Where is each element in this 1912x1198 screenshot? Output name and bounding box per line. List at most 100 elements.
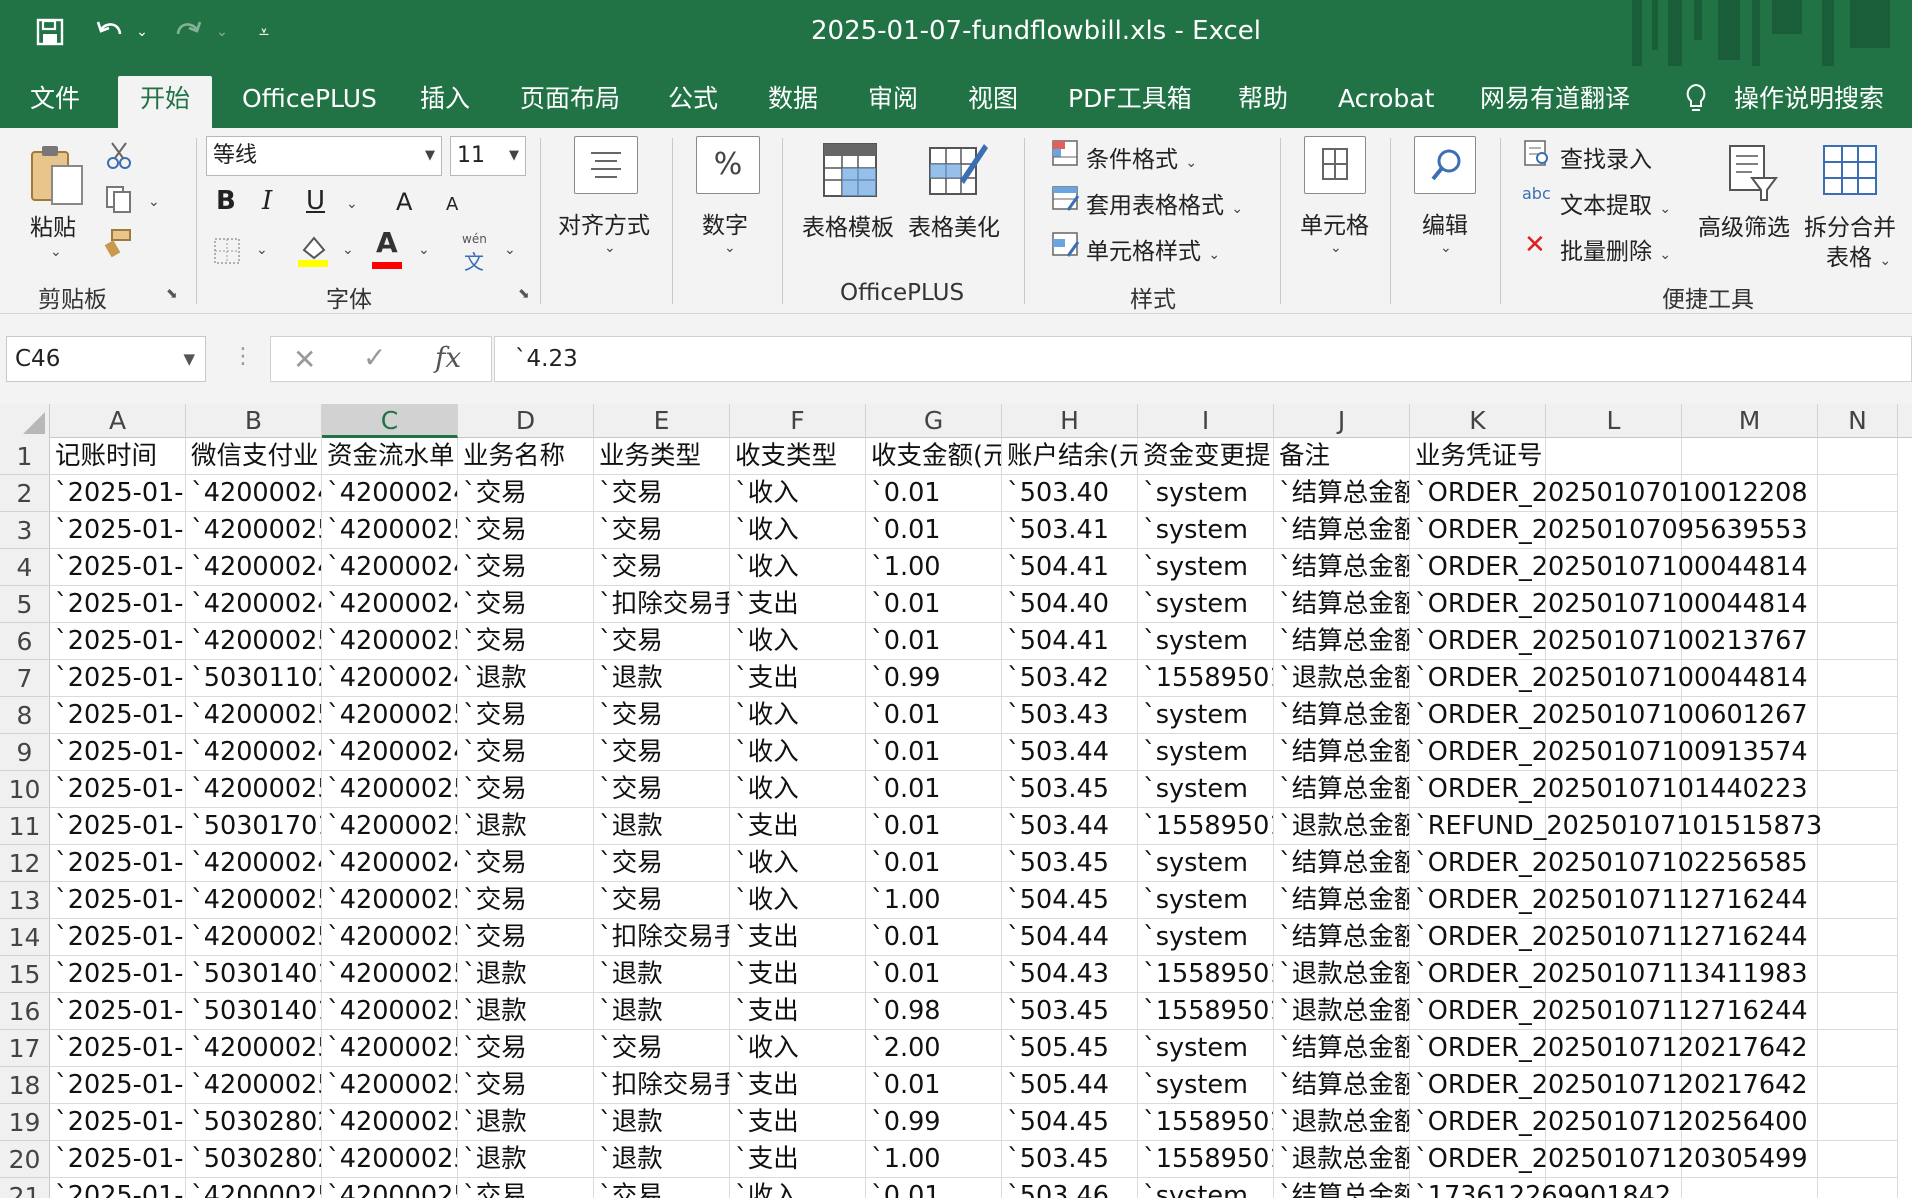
cells-button[interactable]: 单元格 [1300, 206, 1369, 240]
magnifier-icon[interactable] [1414, 136, 1476, 194]
cell-i18[interactable]: `system [1138, 1067, 1274, 1104]
cell-g3[interactable]: `0.01 [866, 512, 1002, 549]
alignment-icon[interactable] [574, 136, 638, 194]
row-header[interactable]: 10 [0, 771, 50, 808]
cell-j18[interactable]: `结算总金额 [1274, 1067, 1410, 1104]
cell-k5[interactable]: `ORDER_20250107100044814 [1410, 586, 1808, 623]
fill-color-icon[interactable] [296, 232, 330, 272]
cell-h12[interactable]: `503.45 [1002, 845, 1138, 882]
column-header-g[interactable]: G [866, 404, 1002, 438]
cell-h4[interactable]: `504.41 [1002, 549, 1138, 586]
cell-j10[interactable]: `结算总金额 [1274, 771, 1410, 808]
tab-help[interactable]: 帮助 [1238, 76, 1288, 128]
cell-e12[interactable]: `交易 [594, 845, 730, 882]
cell-styles-button[interactable]: 单元格样式 ⌄ [1086, 232, 1220, 266]
alignment-dropdown-icon[interactable]: ⌄ [604, 240, 616, 256]
cell-b3[interactable]: `4200002546 [186, 512, 322, 549]
cell-i8[interactable]: `system [1138, 697, 1274, 734]
cell-n7[interactable] [1818, 660, 1898, 697]
cell-c8[interactable]: `4200002559 [322, 697, 458, 734]
cell-k1[interactable]: 业务凭证号 [1410, 438, 1546, 475]
cell-k2[interactable]: `ORDER_2025010701001220​8 [1410, 475, 1808, 512]
cell-b19[interactable]: `5030280211 [186, 1104, 322, 1141]
cell-n17[interactable] [1818, 1030, 1898, 1067]
alignment-button[interactable]: 对齐方式 [558, 206, 650, 240]
cell-k15[interactable]: `ORDER_20250107113411983 [1410, 956, 1808, 993]
cell-a11[interactable]: `2025-01-07 [50, 808, 186, 845]
cell-h5[interactable]: `504.40 [1002, 586, 1138, 623]
cell-i7[interactable]: `1558950199 [1138, 660, 1274, 697]
cell-g4[interactable]: `1.00 [866, 549, 1002, 586]
cell-i4[interactable]: `system [1138, 549, 1274, 586]
cell-h19[interactable]: `504.45 [1002, 1104, 1138, 1141]
cell-i15[interactable]: `1558950199 [1138, 956, 1274, 993]
cell-i20[interactable]: `1558950199 [1138, 1141, 1274, 1178]
cell-e3[interactable]: `交易 [594, 512, 730, 549]
font-size-select[interactable]: 11 ▼ [450, 136, 526, 176]
cell-d3[interactable]: `交易 [458, 512, 594, 549]
tab-formulas[interactable]: 公式 [668, 76, 718, 128]
cell-a20[interactable]: `2025-01-07 [50, 1141, 186, 1178]
cell-e11[interactable]: `退款 [594, 808, 730, 845]
cell-b20[interactable]: `5030280211 [186, 1141, 322, 1178]
cell-d21[interactable]: `交易 [458, 1178, 594, 1198]
split-merge-icon[interactable] [1820, 142, 1880, 202]
tab-file[interactable]: 文件 [30, 76, 80, 128]
font-color-dropdown-icon[interactable]: ⌄ [418, 242, 430, 258]
cell-c10[interactable]: `4200002533 [322, 771, 458, 808]
cell-g9[interactable]: `0.01 [866, 734, 1002, 771]
cell-b4[interactable]: `4200002459 [186, 549, 322, 586]
tab-page-layout[interactable]: 页面布局 [520, 76, 620, 128]
cell-n16[interactable] [1818, 993, 1898, 1030]
cell-f10[interactable]: `收入 [730, 771, 866, 808]
cell-e9[interactable]: `交易 [594, 734, 730, 771]
tab-youdao-translate[interactable]: 网易有道翻译 [1480, 76, 1630, 128]
border-icon[interactable] [212, 236, 242, 270]
cell-c4[interactable]: `4200002459 [322, 549, 458, 586]
cell-d8[interactable]: `交易 [458, 697, 594, 734]
cell-c6[interactable]: `4200002559 [322, 623, 458, 660]
cell-a2[interactable]: `2025-01-07 [50, 475, 186, 512]
cell-j14[interactable]: `结算总金额 [1274, 919, 1410, 956]
cell-k6[interactable]: `ORDER_20250107100213767 [1410, 623, 1808, 660]
cell-f7[interactable]: `支出 [730, 660, 866, 697]
cell-f1[interactable]: 收支类型 [730, 438, 866, 475]
cell-g2[interactable]: `0.01 [866, 475, 1002, 512]
cell-a5[interactable]: `2025-01-07 [50, 586, 186, 623]
cell-d7[interactable]: `退款 [458, 660, 594, 697]
column-header-f[interactable]: F [730, 404, 866, 438]
cell-n13[interactable] [1818, 882, 1898, 919]
cell-c13[interactable]: `4200002522 [322, 882, 458, 919]
select-all-button[interactable] [0, 404, 50, 438]
cell-e10[interactable]: `交易 [594, 771, 730, 808]
cell-n5[interactable] [1818, 586, 1898, 623]
cell-a21[interactable]: `2025-01-07 [50, 1178, 186, 1198]
cell-g19[interactable]: `0.99 [866, 1104, 1002, 1141]
cell-b2[interactable]: `4200002458 [186, 475, 322, 512]
cell-c1[interactable]: 资金流水单 [322, 438, 458, 475]
cell-l1[interactable] [1546, 438, 1682, 475]
cell-k7[interactable]: `ORDER_20250107100044814 [1410, 660, 1808, 697]
cell-g13[interactable]: `1.00 [866, 882, 1002, 919]
cell-k8[interactable]: `ORDER_20250107100601267 [1410, 697, 1808, 734]
cell-a7[interactable]: `2025-01-07 [50, 660, 186, 697]
copy-dropdown-icon[interactable]: ⌄ [148, 194, 160, 210]
cell-b15[interactable]: `5030140199 [186, 956, 322, 993]
cell-k11[interactable]: `REFUND_20250107101515873 [1410, 808, 1822, 845]
shrink-font-button[interactable]: A [446, 194, 458, 215]
cell-e4[interactable]: `交易 [594, 549, 730, 586]
cell-e5[interactable]: `扣除交易手续费 [594, 586, 730, 623]
cell-m1[interactable] [1682, 438, 1818, 475]
cell-i17[interactable]: `system [1138, 1030, 1274, 1067]
cell-n1[interactable] [1818, 438, 1898, 475]
cell-d5[interactable]: `交易 [458, 586, 594, 623]
cell-c17[interactable]: `4200002533 [322, 1030, 458, 1067]
cell-e6[interactable]: `交易 [594, 623, 730, 660]
cell-a10[interactable]: `2025-01-07 [50, 771, 186, 808]
cell-b13[interactable]: `4200002522 [186, 882, 322, 919]
cell-b16[interactable]: `5030140199 [186, 993, 322, 1030]
row-header[interactable]: 15 [0, 956, 50, 993]
cell-a15[interactable]: `2025-01-07 [50, 956, 186, 993]
cell-c5[interactable]: `4200002459 [322, 586, 458, 623]
cell-h2[interactable]: `503.40 [1002, 475, 1138, 512]
